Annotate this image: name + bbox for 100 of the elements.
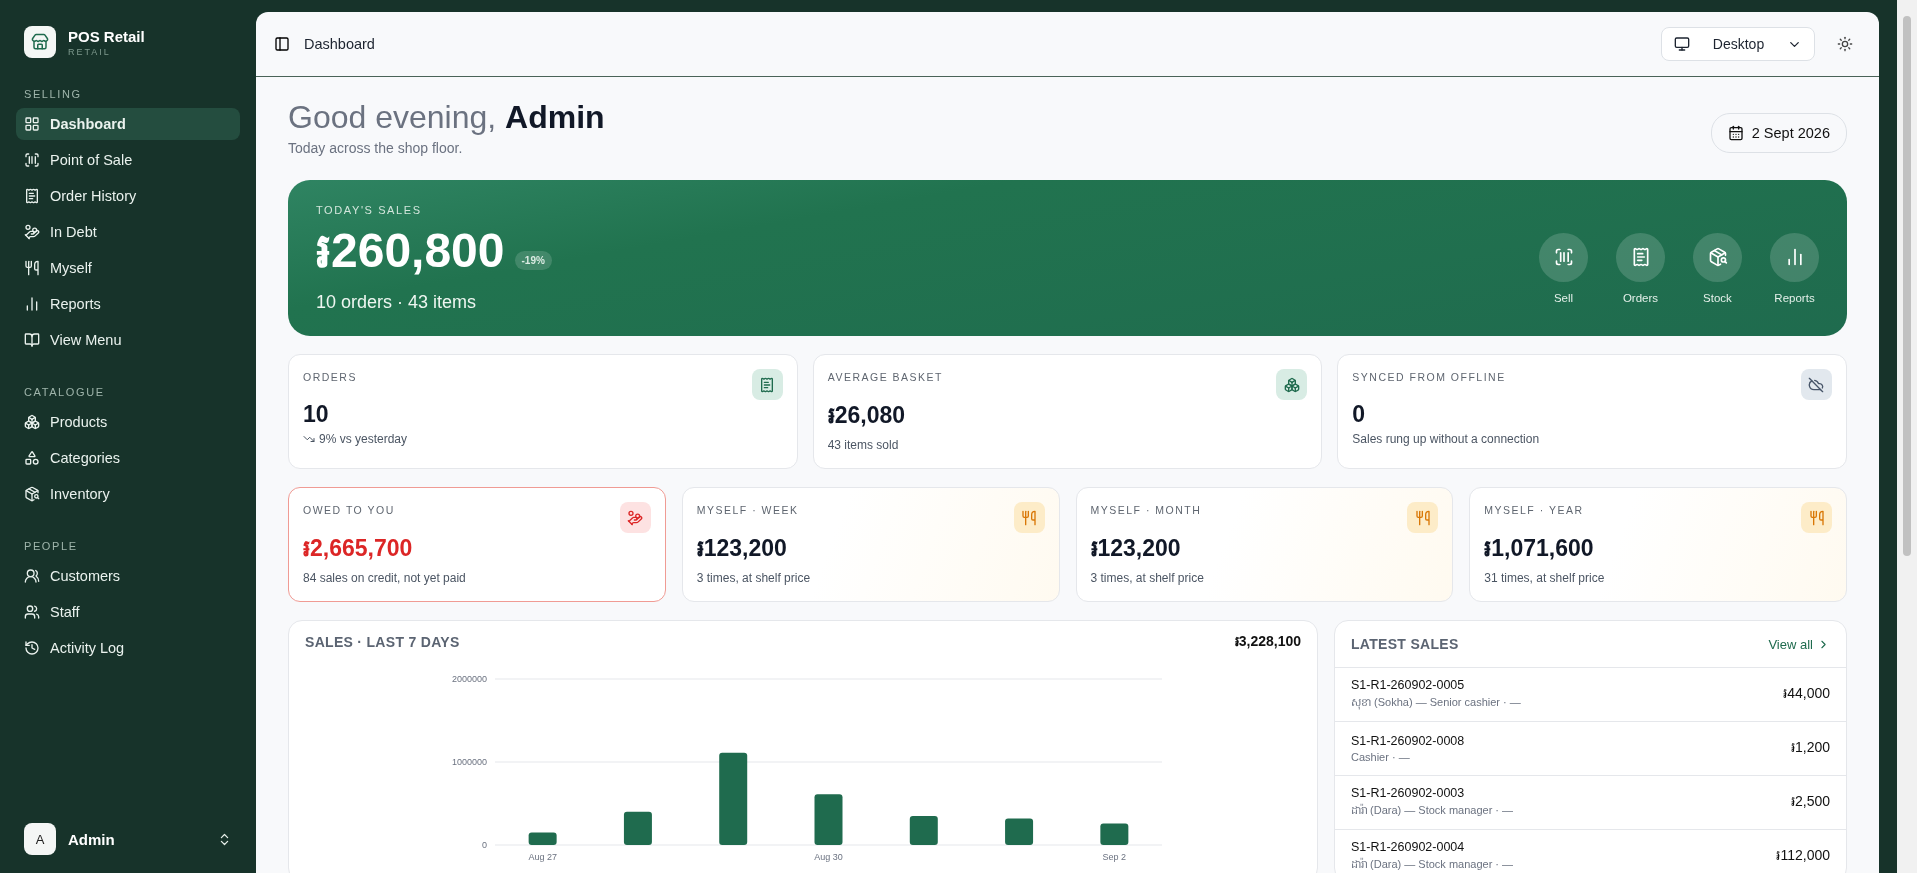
utensils-icon [24, 260, 40, 276]
y-tick-label: 1000000 [451, 757, 487, 767]
sidebar-toggle-icon[interactable] [274, 36, 290, 52]
barcode-scan-icon [1553, 247, 1574, 267]
nav-item[interactable]: Products [16, 406, 240, 438]
user-name: Admin [68, 830, 116, 848]
nav-item[interactable]: Dashboard [16, 108, 240, 140]
stat-value: 10 [303, 401, 330, 428]
brand-tagline: RETAIL [68, 46, 112, 57]
change-badge: -19% [514, 251, 552, 270]
nav-item[interactable]: Customers [16, 560, 240, 592]
x-tick-label: Aug 30 [814, 852, 843, 862]
nav-item[interactable]: In Debt [16, 216, 240, 248]
stat-label: AVERAGE BASKET [827, 371, 944, 383]
stat-label: MYSELF · WEEK [696, 504, 800, 516]
sun-icon [1837, 36, 1853, 52]
sale-row[interactable]: S1-R1-260902-0004 ដារ៉ា (Dara) — Stock manager · — ៛112,000 [1335, 830, 1846, 873]
y-tick-label: 0 [482, 840, 487, 850]
receipt-chip-icon [751, 369, 783, 400]
stat-label: ORDERS [303, 371, 358, 383]
nav-item[interactable]: Inventory [16, 478, 240, 510]
quick-action-label: Sell [1553, 291, 1574, 304]
nav-item[interactable]: Reports [16, 288, 240, 320]
stat-note: 31 times, at shelf price [1484, 571, 1605, 585]
stat-value: ៛26,080 [827, 401, 906, 430]
sales-summary: 10 orders · 43 items [316, 291, 478, 313]
stat-label: OWED TO YOU [303, 504, 396, 516]
store-logo-icon [24, 26, 56, 58]
stat-value: ៛1,071,600 [1484, 534, 1595, 563]
book-icon [24, 332, 40, 348]
scrollbar[interactable] [1897, 0, 1917, 873]
section-title: PEOPLE [23, 539, 79, 554]
stat-label: SYNCED FROM OFFLINE [1352, 371, 1507, 383]
chart-total: ៛3,228,100 [1234, 631, 1301, 651]
bar-chart-icon [24, 296, 40, 312]
utensils-chip-icon [1013, 502, 1045, 533]
sale-meta: សុខា (Sokha) — Senior cashier · — [1351, 695, 1521, 711]
stat-value: ៛2,665,700 [303, 534, 414, 563]
sale-row[interactable]: S1-R1-260902-0008 Cashier · — ៛1,200 [1335, 722, 1846, 776]
sale-amount: ៛44,000 [1783, 684, 1830, 703]
breadcrumb: Dashboard [304, 36, 376, 52]
stat-note: 9% vs yesterday [319, 432, 408, 446]
x-tick-label: Sep 2 [1102, 852, 1127, 862]
hand-coins-icon [24, 224, 40, 240]
stat-value: ៛123,200 [1090, 534, 1182, 563]
stat-note: 3 times, at shelf price [1090, 571, 1204, 585]
nav-item[interactable]: Order History [16, 180, 240, 212]
quick-action-label: Stock [1703, 291, 1732, 304]
history-icon [24, 640, 40, 656]
sale-row[interactable]: S1-R1-260902-0005 សុខា (Sokha) — Senior cashier · — ៛44,000 [1335, 668, 1846, 722]
greeting-title: Good evening, Admin [288, 99, 605, 136]
bar [1005, 818, 1034, 845]
package-icon [1707, 247, 1728, 267]
stat-value: 0 [1352, 401, 1367, 428]
quick-action-label: Orders [1622, 291, 1659, 304]
nav-item[interactable]: Categories [16, 442, 240, 474]
utensils-chip-icon [1801, 502, 1832, 533]
utensils-chip-icon [1407, 502, 1439, 533]
nav-item[interactable]: Myself [16, 252, 240, 284]
stat-label: MYSELF · MONTH [1090, 504, 1203, 516]
trend-down-icon [303, 433, 315, 445]
user-avatar: A [24, 823, 56, 855]
sale-meta: ដារ៉ា (Dara) — Stock manager · — [1351, 803, 1514, 818]
nav-item[interactable]: Staff [16, 596, 240, 628]
stat-value: ៛123,200 [696, 534, 788, 563]
receipt-icon [1630, 247, 1651, 267]
nav-item[interactable]: Activity Log [16, 632, 240, 664]
users-icon [24, 568, 40, 584]
date-button[interactable]: 2 Sept 2026 [1710, 113, 1847, 153]
hand-coins-chip-icon [619, 502, 651, 533]
y-tick-label: 2000000 [451, 674, 487, 684]
quick-action-button[interactable] [1693, 232, 1742, 282]
bar [1100, 823, 1129, 845]
banner-label: TODAY'S SALES [316, 203, 423, 216]
monitor-icon [1674, 36, 1690, 52]
quick-action-button[interactable] [1539, 232, 1588, 282]
quick-action-button[interactable] [1616, 232, 1665, 282]
sale-amount: ៛1,200 [1790, 738, 1830, 757]
calendar-icon [1727, 125, 1744, 141]
sale-amount: ៛2,500 [1790, 792, 1830, 811]
cloud-off-chip-icon [1801, 369, 1832, 400]
latest-sales-title: LATEST SALES [1351, 636, 1459, 652]
greeting-subtitle: Today across the shop floor. [288, 140, 464, 156]
stat-label: MYSELF · YEAR [1484, 504, 1585, 516]
nav-item[interactable]: Point of Sale [16, 144, 240, 176]
chart-title: SALES · LAST 7 DAYS [305, 634, 460, 650]
nav-item[interactable]: View Menu [16, 324, 240, 356]
quick-action-button[interactable] [1770, 232, 1819, 282]
stat-note: 84 sales on credit, not yet paid [303, 571, 466, 585]
brand-name: POS Retail [68, 27, 145, 45]
quick-action-label: Reports [1774, 291, 1815, 304]
x-tick-label: Aug 27 [528, 852, 557, 862]
sale-row[interactable]: S1-R1-260902-0003 ដារ៉ា (Dara) — Stock manager · — ៛2,500 [1335, 776, 1846, 830]
shapes-icon [24, 450, 40, 466]
view-all-link[interactable]: View all [1768, 636, 1830, 652]
device-select[interactable]: Desktop [1661, 27, 1815, 61]
receipt-icon [24, 188, 40, 204]
stat-note: 3 times, at shelf price [696, 571, 811, 585]
sale-amount: ៛112,000 [1776, 846, 1830, 865]
grid-icon [24, 116, 40, 132]
